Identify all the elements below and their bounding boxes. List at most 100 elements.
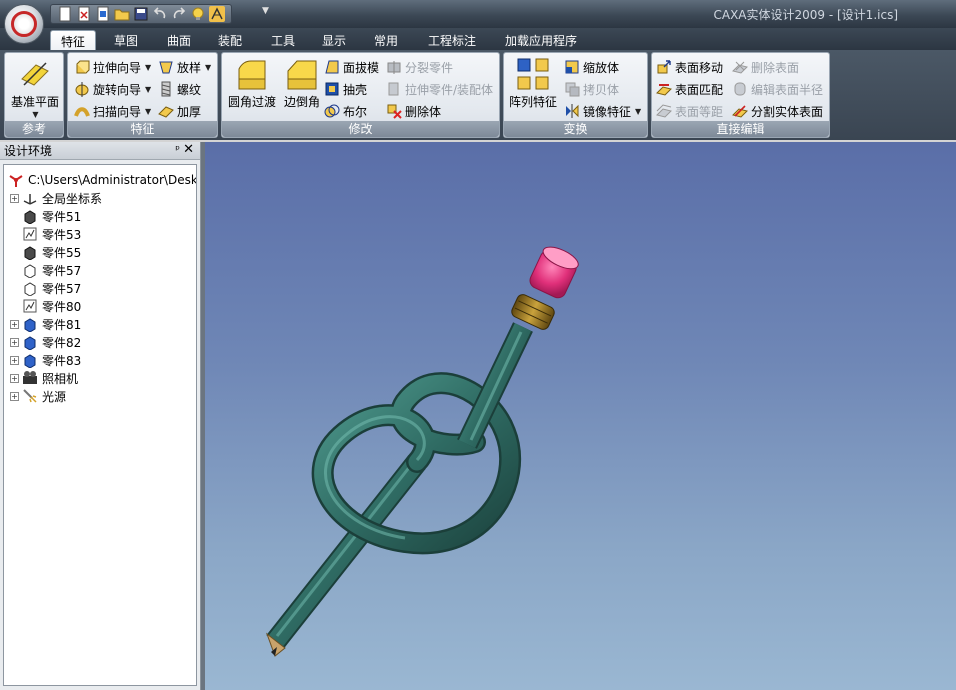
mirror-feature-button[interactable]: 镜像特征 ▼	[564, 101, 641, 121]
datum-plane-button[interactable]: 基准平面 ▼	[7, 57, 63, 119]
tree-item[interactable]: + 零件83	[10, 351, 81, 369]
tree-item[interactable]: + 光源	[10, 387, 66, 405]
new-design-icon[interactable]	[76, 6, 92, 22]
shell-button[interactable]: 抽壳	[324, 79, 367, 99]
chamfer-label: 边倒角	[283, 95, 320, 109]
tab-load-apps[interactable]: 加载应用程序	[495, 30, 587, 50]
tree-item[interactable]: + 零件82	[10, 333, 81, 351]
extrude-wizard-button[interactable]: 拉伸向导 ▼	[74, 57, 151, 77]
qat-customize-icon[interactable]: ▼	[262, 6, 269, 16]
app-menu-button[interactable]	[4, 4, 44, 44]
edit-face-radius-button[interactable]: 编辑表面半径	[732, 79, 823, 99]
thread-button[interactable]: 螺纹	[158, 79, 201, 99]
tab-feature[interactable]: 特征	[50, 30, 97, 50]
loft-button[interactable]: 放样 ▼	[158, 57, 211, 77]
group-label: 特征	[68, 121, 217, 137]
tree-item[interactable]: + 全局坐标系	[10, 189, 102, 207]
part-blue-icon	[24, 336, 36, 350]
tab-assembly[interactable]: 装配	[208, 30, 252, 50]
offset-face-label: 表面等距	[675, 104, 724, 119]
tab-display[interactable]: 显示	[312, 30, 356, 50]
part-outline-icon	[24, 282, 36, 296]
chamfer-button[interactable]: 边倒角	[280, 57, 324, 110]
expand-toggle-icon[interactable]: +	[10, 373, 19, 383]
redo-icon[interactable]	[171, 6, 187, 22]
app-logo-icon	[11, 11, 37, 37]
move-face-icon	[657, 60, 671, 74]
tree-item[interactable]: 零件53	[22, 225, 81, 243]
delete-body-button[interactable]: 删除体	[386, 101, 441, 121]
expand-toggle-icon[interactable]: +	[10, 355, 19, 365]
knotted-pencil-model[interactable]	[205, 142, 956, 690]
extend-part-button[interactable]: 拉伸零件/装配体	[386, 79, 493, 99]
tab-common[interactable]: 常用	[364, 30, 408, 50]
match-face-label: 表面匹配	[675, 82, 724, 97]
tree-root[interactable]: C:\Users\Administrator\Desk	[8, 171, 197, 189]
tree-item-label: 零件53	[42, 227, 82, 242]
thicken-button[interactable]: 加厚	[158, 101, 201, 121]
open-folder-icon[interactable]	[114, 6, 130, 22]
tree-item[interactable]: 零件55	[22, 243, 81, 261]
expand-toggle-icon[interactable]: +	[10, 319, 19, 329]
camera-icon	[23, 371, 37, 384]
expand-toggle-icon[interactable]: +	[10, 337, 19, 347]
tree-item[interactable]: + 照相机	[10, 369, 78, 387]
match-face-button[interactable]: 表面匹配	[656, 79, 723, 99]
expand-toggle-icon[interactable]: +	[10, 391, 19, 401]
tab-surface[interactable]: 曲面	[157, 30, 201, 50]
panel-header: 设计环境 ᵖ ✕	[0, 142, 200, 160]
app-title: CAXA实体设计2009 - [设计1.ics]	[713, 8, 898, 22]
boolean-icon	[324, 104, 340, 118]
bulb-icon[interactable]	[190, 6, 206, 22]
fillet-button[interactable]: 圆角过渡	[226, 57, 278, 110]
new-drawing-icon[interactable]	[95, 6, 111, 22]
shell-icon	[325, 82, 339, 96]
delete-face-button[interactable]: 删除表面	[732, 57, 799, 77]
group-transform: 阵列特征 缩放体 拷贝体 镜像特征 ▼ 变换	[503, 52, 648, 138]
tree-item[interactable]: 零件51	[22, 207, 81, 225]
tab-tools[interactable]: 工具	[261, 30, 305, 50]
revolve-wizard-button[interactable]: 旋转向导 ▼	[74, 79, 151, 99]
split-solid-face-button[interactable]: 分割实体表面	[732, 101, 823, 121]
tab-engineering-annotation[interactable]: 工程标注	[418, 30, 486, 50]
copy-label: 拷贝体	[583, 82, 620, 97]
sweep-icon	[74, 107, 90, 117]
axes-icon	[23, 194, 37, 205]
part-solid-icon	[24, 246, 36, 260]
tree-root-label: C:\Users\Administrator\Desk	[28, 173, 197, 187]
scale-body-button[interactable]: 缩放体	[564, 57, 619, 77]
ribbon-tabs: 特征 草图 曲面 装配 工具 显示 常用 工程标注 加载应用程序	[0, 28, 956, 50]
thicken-icon	[158, 106, 174, 118]
scale-icon	[565, 60, 579, 74]
tree-item[interactable]: 零件57	[22, 279, 81, 297]
panel-title: 设计环境	[4, 144, 53, 158]
shell-label: 抽壳	[343, 82, 368, 97]
draft-face-button[interactable]: 面拔模	[324, 57, 379, 77]
save-icon[interactable]	[133, 6, 149, 22]
sweep-wizard-button[interactable]: 扫描向导 ▼	[74, 101, 151, 121]
move-face-button[interactable]: 表面移动	[656, 57, 723, 77]
undo-icon[interactable]	[152, 6, 168, 22]
copy-body-button[interactable]: 拷贝体	[564, 79, 619, 99]
part-sketch-icon	[23, 227, 37, 241]
pin-icon[interactable]: ᵖ	[175, 143, 180, 156]
offset-face-button[interactable]: 表面等距	[656, 101, 723, 121]
pattern-feature-button[interactable]: 阵列特征	[507, 57, 559, 110]
new-file-icon[interactable]	[57, 6, 73, 22]
group-modify: 圆角过渡 边倒角 面拔模 抽壳 布尔 分裂零件 拉伸零件/装配体 删除体 修改	[221, 52, 500, 138]
expand-toggle-icon[interactable]: +	[10, 193, 19, 203]
tools-icon[interactable]	[209, 6, 225, 22]
tree-item[interactable]: 零件57	[22, 261, 81, 279]
light-icon	[23, 389, 37, 403]
chevron-down-icon: ▼	[145, 106, 152, 116]
close-icon[interactable]: ✕	[183, 142, 194, 157]
split-part-button[interactable]: 分裂零件	[386, 57, 453, 77]
boolean-label: 布尔	[343, 104, 368, 119]
3d-viewport[interactable]	[205, 142, 956, 690]
sweep-label: 扫描向导	[93, 104, 142, 119]
boolean-button[interactable]: 布尔	[324, 101, 367, 121]
tab-sketch[interactable]: 草图	[104, 30, 148, 50]
ribbon: 基准平面 ▼ 参考 拉伸向导 ▼ 旋转向导 ▼ 扫描向导 ▼ 放样 ▼ 螺纹 加厚	[0, 50, 956, 140]
tree-item[interactable]: 零件80	[22, 297, 81, 315]
tree-item[interactable]: + 零件81	[10, 315, 81, 333]
